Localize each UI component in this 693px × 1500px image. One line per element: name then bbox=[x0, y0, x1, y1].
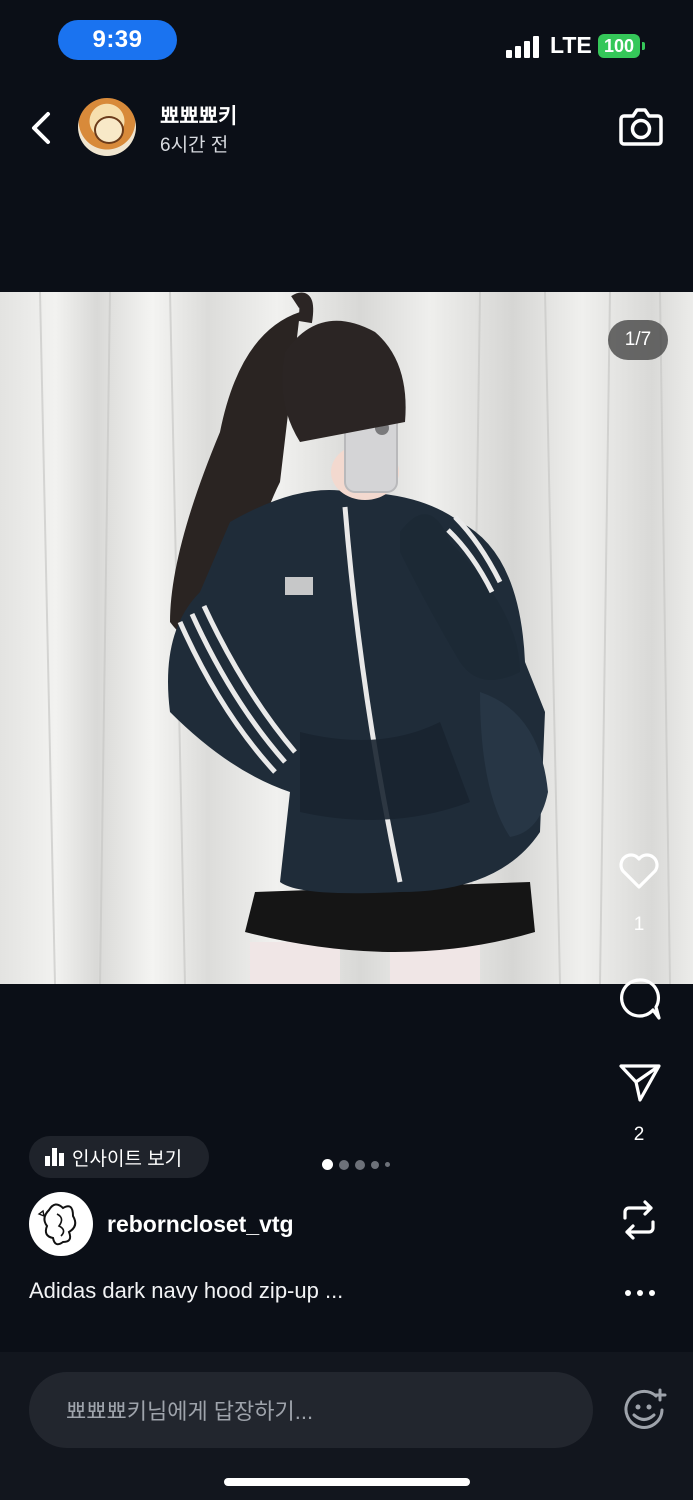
camera-icon[interactable] bbox=[618, 104, 664, 148]
emoji-add-icon[interactable] bbox=[620, 1386, 668, 1434]
carousel-dots bbox=[322, 1159, 390, 1170]
post-caption[interactable]: Adidas dark navy hood zip-up ... bbox=[29, 1278, 343, 1304]
more-icon[interactable] bbox=[623, 1280, 657, 1306]
battery-icon: 100 bbox=[598, 34, 640, 58]
share-count: 2 bbox=[633, 1124, 645, 1145]
user-avatar[interactable] bbox=[78, 98, 136, 156]
owner-username[interactable]: reborncloset_vtg bbox=[107, 1211, 294, 1238]
comment-icon[interactable] bbox=[615, 974, 663, 1022]
like-count: 1 bbox=[633, 914, 645, 935]
post-image[interactable] bbox=[0, 292, 693, 984]
status-time: 9:39 bbox=[58, 20, 177, 60]
insights-bar-icon bbox=[45, 1148, 64, 1166]
image-counter: 1/7 bbox=[608, 320, 668, 360]
story-time: 6시간 전 bbox=[160, 135, 229, 156]
battery-cap bbox=[642, 42, 645, 50]
send-icon[interactable] bbox=[615, 1058, 663, 1106]
signal-icon bbox=[506, 34, 542, 58]
insights-label: 인사이트 보기 bbox=[72, 1148, 183, 1170]
reply-input[interactable]: 뾰뾰뾰키님에게 답장하기... bbox=[29, 1372, 593, 1448]
insights-button[interactable]: 인사이트 보기 bbox=[29, 1136, 209, 1178]
home-indicator[interactable] bbox=[224, 1478, 470, 1486]
back-icon[interactable] bbox=[26, 108, 56, 148]
owner-avatar[interactable] bbox=[29, 1192, 93, 1256]
story-username[interactable]: 뾰뾰뾰키 bbox=[160, 100, 237, 130]
repost-icon[interactable] bbox=[615, 1196, 663, 1244]
network-type: LTE bbox=[550, 32, 592, 58]
heart-icon[interactable] bbox=[615, 847, 663, 895]
